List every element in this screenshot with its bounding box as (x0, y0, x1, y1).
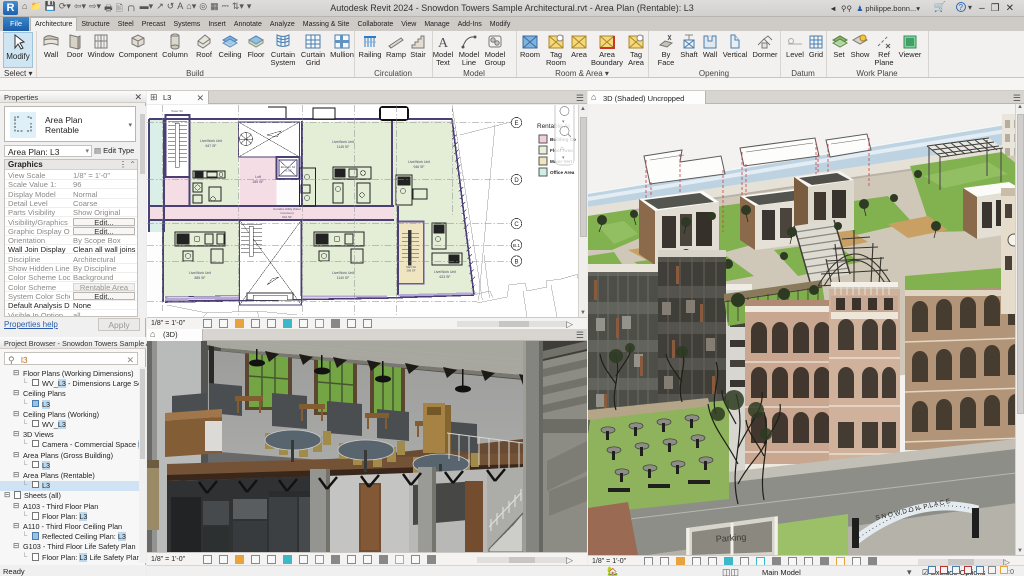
svg-text:B.1: B.1 (513, 243, 520, 248)
svg-text:Loft: Loft (255, 175, 261, 179)
svg-text:623 SF: 623 SF (440, 275, 451, 279)
svg-text:Live/Work Unit: Live/Work Unit (332, 140, 354, 144)
svg-text:1145 SF: 1145 SF (337, 145, 350, 149)
svg-text:941 SF: 941 SF (282, 215, 292, 219)
svg-text:647 SF: 647 SF (206, 144, 217, 148)
svg-text:45 SF: 45 SF (284, 169, 292, 173)
svg-text:885 SF: 885 SF (195, 276, 206, 280)
svg-text:E: E (514, 121, 518, 127)
svg-text:1140 SF: 1140 SF (337, 276, 350, 280)
svg-text:D: D (514, 178, 519, 184)
svg-text:946 SF: 946 SF (414, 165, 425, 169)
svg-text:296 SF: 296 SF (406, 269, 415, 273)
svg-text:A: A (438, 36, 449, 51)
svg-text:Live/Work Unit: Live/Work Unit (189, 271, 211, 275)
svg-text:C: C (514, 222, 519, 228)
svg-text:Live/Work Unit: Live/Work Unit (332, 271, 354, 275)
svg-text:B: B (514, 260, 518, 266)
svg-text:Live/Work Unit: Live/Work Unit (408, 160, 430, 164)
svg-text:Live/Work Unit: Live/Work Unit (200, 139, 222, 143)
svg-text:Tower S2: Tower S2 (171, 109, 183, 113)
svg-text:Live/Work Unit: Live/Work Unit (434, 270, 456, 274)
svg-text:⌂: ⌂ (560, 146, 564, 152)
svg-text:Office Area: Office Area (550, 170, 575, 175)
svg-text:Parking: Parking (715, 532, 746, 544)
svg-text:289 SF: 289 SF (253, 180, 264, 184)
